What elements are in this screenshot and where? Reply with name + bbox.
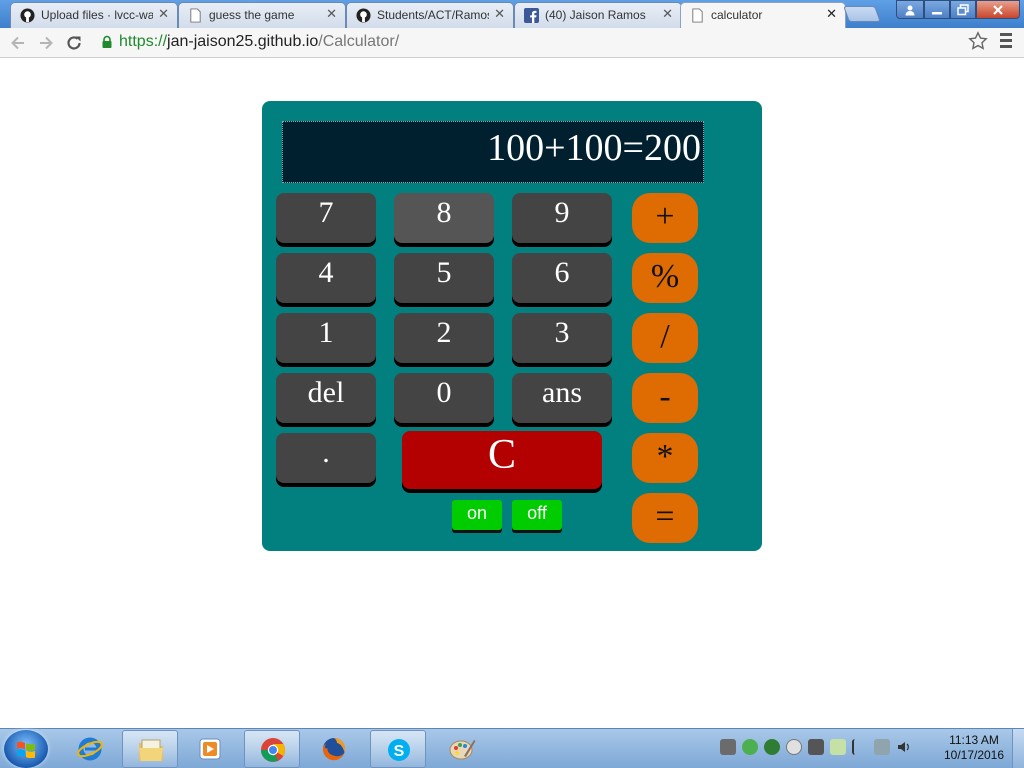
tab-close-icon[interactable]: ✕ <box>662 6 673 22</box>
tab-title: Students/ACT/Ramos <box>377 8 489 22</box>
tab-close-icon[interactable]: ✕ <box>158 6 169 22</box>
key-7[interactable]: 7 <box>276 193 376 243</box>
skype-icon: S <box>388 739 410 761</box>
tab-title: calculator <box>711 8 763 22</box>
tab-calculator[interactable]: calculator ✕ <box>680 2 846 28</box>
equals-button[interactable]: = <box>632 493 698 543</box>
sync-icon[interactable] <box>764 739 780 755</box>
flag-icon[interactable] <box>852 739 868 755</box>
taskbar: S 11:13 AM 10/17/2016 <box>0 728 1024 768</box>
volume-icon[interactable] <box>896 739 912 755</box>
github-icon <box>356 8 371 23</box>
paint-button[interactable] <box>434 730 490 768</box>
tab-guess-the-game[interactable]: guess the game ✕ <box>178 2 346 28</box>
divide-button[interactable]: / <box>632 313 698 363</box>
facebook-icon <box>524 8 539 23</box>
chrome-icon <box>261 738 285 762</box>
power-on-button[interactable]: on <box>452 500 502 530</box>
file-explorer-icon <box>139 739 163 761</box>
bookmark-star-icon[interactable] <box>968 31 988 51</box>
clock-date: 10/17/2016 <box>943 748 1005 762</box>
calculator: 100+100=200 7 8 9 4 5 6 1 2 3 del 0 ans … <box>262 101 762 551</box>
tab-title: Upload files · lvcc-wa <box>41 8 153 22</box>
power-off-button[interactable]: off <box>512 500 562 530</box>
windows-logo-icon <box>17 741 35 758</box>
clear-button[interactable]: C <box>402 431 602 489</box>
menu-icon[interactable] <box>998 33 1014 51</box>
lock-icon[interactable] <box>100 35 114 49</box>
key-6[interactable]: 6 <box>512 253 612 303</box>
tab-close-icon[interactable]: ✕ <box>326 6 337 22</box>
tab-close-icon[interactable]: ✕ <box>494 6 505 22</box>
close-window-button[interactable] <box>976 0 1020 19</box>
browser-toolbar: https://jan-jaison25.github.io/Calculato… <box>0 28 1024 58</box>
media-player-button[interactable] <box>182 730 238 768</box>
show-desktop-button[interactable] <box>1012 729 1024 768</box>
tab-title: (40) Jaison Ramos <box>545 8 646 22</box>
answer-button[interactable]: ans <box>512 373 612 423</box>
file-explorer-button[interactable] <box>122 730 178 768</box>
window-controls <box>896 0 1020 19</box>
forward-button[interactable] <box>34 31 58 55</box>
back-button[interactable] <box>6 31 30 55</box>
clock-time: 11:13 AM <box>949 733 999 747</box>
tab-strip: Upload files · lvcc-wa ✕ guess the game … <box>0 0 1024 28</box>
media-player-icon <box>199 738 221 760</box>
internet-explorer-icon <box>77 737 103 761</box>
page-icon <box>190 8 201 23</box>
key-4[interactable]: 4 <box>276 253 376 303</box>
minus-button[interactable]: - <box>632 373 698 423</box>
url-host: jan-jaison25.github.io <box>167 33 319 50</box>
tab-close-icon[interactable]: ✕ <box>826 6 837 22</box>
start-button[interactable] <box>4 730 48 768</box>
new-tab-button[interactable] <box>843 6 881 22</box>
clock[interactable]: 11:13 AM 10/17/2016 <box>940 733 1008 763</box>
svg-text:S: S <box>394 743 405 760</box>
leaf-icon[interactable] <box>830 739 846 755</box>
tab-title: guess the game <box>209 8 295 22</box>
minimize-button[interactable] <box>924 0 950 19</box>
security-icon[interactable] <box>742 739 758 755</box>
firefox-icon <box>322 737 346 761</box>
skype-button[interactable]: S <box>370 730 426 768</box>
github-icon <box>20 8 35 23</box>
internet-explorer-button[interactable] <box>62 730 118 768</box>
network-icon[interactable] <box>874 739 890 755</box>
multiply-button[interactable]: * <box>632 433 698 483</box>
tab-students-act[interactable]: Students/ACT/Ramos ✕ <box>346 2 514 28</box>
plus-button[interactable]: + <box>632 193 698 243</box>
key-3[interactable]: 3 <box>512 313 612 363</box>
key-1[interactable]: 1 <box>276 313 376 363</box>
percent-button[interactable]: % <box>632 253 698 303</box>
system-tray <box>720 739 912 755</box>
music-icon[interactable] <box>808 739 824 755</box>
firefox-button[interactable] <box>306 730 362 768</box>
restore-button[interactable] <box>950 0 976 19</box>
usb-icon[interactable] <box>720 739 736 755</box>
delete-button[interactable]: del <box>276 373 376 423</box>
face-icon[interactable] <box>786 739 802 755</box>
key-2[interactable]: 2 <box>394 313 494 363</box>
key-8[interactable]: 8 <box>394 193 494 243</box>
chrome-button[interactable] <box>244 730 300 768</box>
tab-facebook[interactable]: (40) Jaison Ramos ✕ <box>514 2 682 28</box>
decimal-point-button[interactable]: . <box>276 433 376 483</box>
paint-icon <box>449 740 476 760</box>
reload-button[interactable] <box>62 31 86 55</box>
calculator-display: 100+100=200 <box>282 121 704 183</box>
user-icon[interactable] <box>896 0 924 19</box>
url-protocol: https:// <box>119 33 168 50</box>
url-path: /Calculator/ <box>318 33 400 50</box>
page-icon <box>692 8 703 23</box>
address-bar[interactable]: https://jan-jaison25.github.io/Calculato… <box>119 33 399 51</box>
key-9[interactable]: 9 <box>512 193 612 243</box>
key-5[interactable]: 5 <box>394 253 494 303</box>
key-0[interactable]: 0 <box>394 373 494 423</box>
tab-upload-files[interactable]: Upload files · lvcc-wa ✕ <box>10 2 178 28</box>
